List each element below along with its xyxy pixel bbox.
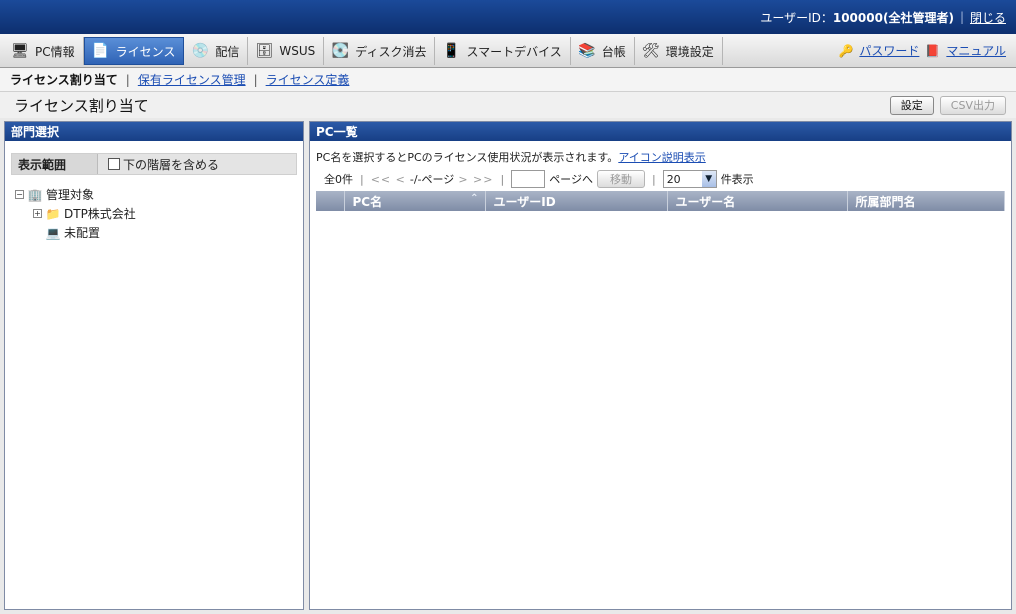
department-tree: − 🏢 管理対象 + 📁 DTP株式会社 💻 未配置 xyxy=(15,185,303,242)
pc-list-description: PC名を選択するとPCのライセンス使用状況が表示されます。アイコン説明表示 xyxy=(316,149,1011,165)
ledger-icon: 📚 xyxy=(578,43,596,59)
subnav-divider: | xyxy=(253,72,258,87)
tab-ledger[interactable]: 📚 台帳 xyxy=(571,37,635,65)
tab-label: 台帳 xyxy=(601,44,626,59)
tab-label: ディスク消去 xyxy=(355,44,427,59)
tab-label: PC情報 xyxy=(35,44,75,59)
pc-icon: 🖥 xyxy=(11,43,29,59)
sub-navigation: ライセンス割り当て | 保有ライセンス管理 | ライセンス定義 xyxy=(0,68,1016,92)
pc-list-panel: PC一覧 PC名を選択するとPCのライセンス使用状況が表示されます。アイコン説明… xyxy=(309,121,1012,610)
main-tab-bar: 🖥 PC情報 📄 ライセンス 💿 配信 🗄 WSUS 💽 ディスク消去 📱 スマ… xyxy=(0,34,1016,68)
tab-label: ライセンス xyxy=(115,44,176,59)
collapse-toggle-icon[interactable]: − xyxy=(15,190,24,199)
top-links: 🔑 パスワード 📕 マニュアル xyxy=(838,34,1016,67)
manual-book-icon: 📕 xyxy=(925,43,941,58)
icon-help-link[interactable]: アイコン説明表示 xyxy=(618,151,705,164)
subnav-license-definition-link[interactable]: ライセンス定義 xyxy=(266,71,350,88)
manual-link[interactable]: マニュアル xyxy=(946,42,1006,59)
goto-label: ページへ xyxy=(549,173,593,186)
description-text: PC名を選択するとPCのライセンス使用状況が表示されます。 xyxy=(316,151,619,164)
column-label: PC名 xyxy=(352,194,383,209)
subnav-owned-license-link[interactable]: 保有ライセンス管理 xyxy=(138,71,246,88)
page-info: -/-ページ xyxy=(409,173,455,186)
include-sub-checkbox[interactable]: 下の階層を含める xyxy=(108,156,219,173)
user-value: 100000(全社管理者) xyxy=(832,10,954,25)
scope-label: 表示範囲 xyxy=(12,154,98,174)
password-link[interactable]: パスワード xyxy=(859,42,919,59)
checkbox-box[interactable] xyxy=(108,158,120,170)
user-info: ユーザーID：100000(全社管理者) xyxy=(760,9,954,26)
tab-wsus[interactable]: 🗄 WSUS xyxy=(248,37,325,65)
subnav-current: ライセンス割り当て xyxy=(10,73,118,87)
tab-label: WSUS xyxy=(279,44,316,58)
folder-icon: 📁 xyxy=(45,206,61,221)
pager-divider: | xyxy=(651,172,656,186)
tab-label: 環境設定 xyxy=(665,44,714,59)
pc-list-table: PC名 ⌃ ユーザーID ユーザー名 所属部門名 xyxy=(316,191,1005,211)
tree-node-label[interactable]: DTP株式会社 xyxy=(64,205,136,222)
table-header-row: PC名 ⌃ ユーザーID ユーザー名 所属部門名 xyxy=(316,191,1005,211)
delivery-icon: 💿 xyxy=(191,43,210,59)
move-button[interactable]: 移動 xyxy=(596,170,645,188)
close-link[interactable]: 閉じる xyxy=(970,9,1006,26)
panel-header: 部門選択 xyxy=(5,122,303,141)
column-header-user-id[interactable]: ユーザーID xyxy=(485,191,668,211)
wsus-server-icon: 🗄 xyxy=(255,43,274,59)
tab-smart-device[interactable]: 📱 スマートデバイス xyxy=(435,37,571,65)
pager-divider: | xyxy=(360,172,364,186)
panel-header: PC一覧 xyxy=(310,122,1011,141)
csv-export-button[interactable]: CSV出力 xyxy=(939,95,1006,115)
tree-node-root[interactable]: − 🏢 管理対象 xyxy=(15,185,303,204)
tab-pc-info[interactable]: 🖥 PC情報 xyxy=(4,37,84,65)
unassigned-pc-icon: 💻 xyxy=(45,225,61,240)
top-header: ユーザーID：100000(全社管理者) | 閉じる xyxy=(0,0,1016,34)
building-icon: 🏢 xyxy=(27,187,43,202)
page-actions: 設定 CSV出力 xyxy=(889,95,1016,115)
per-page-label: 件表示 xyxy=(720,173,754,186)
license-icon: 📄 xyxy=(91,43,110,59)
page-number-input[interactable] xyxy=(511,170,546,188)
page-title: ライセンス割り当て xyxy=(14,96,149,115)
scope-row: 表示範囲 下の階層を含める xyxy=(11,153,297,175)
checkbox-label: 下の階層を含める xyxy=(123,157,220,172)
tree-node-label[interactable]: 未配置 xyxy=(64,224,100,241)
pager-divider: | xyxy=(500,172,505,186)
pager: 全0件 | << < -/-ページ > >> | ページへ 移動 | 20 ▼ … xyxy=(324,169,1011,189)
column-header-user-name[interactable]: ユーザー名 xyxy=(667,191,848,211)
tree-node-label[interactable]: 管理対象 xyxy=(46,186,94,203)
per-page-value: 20 xyxy=(666,172,681,186)
disk-erase-icon: 💽 xyxy=(331,43,350,59)
settings-button[interactable]: 設定 xyxy=(889,95,934,115)
tab-delivery[interactable]: 💿 配信 xyxy=(184,37,249,65)
pager-prev-nav[interactable]: << < xyxy=(371,173,406,186)
tree-node-company[interactable]: + 📁 DTP株式会社 xyxy=(15,204,303,223)
column-header-pc-name[interactable]: PC名 ⌃ xyxy=(344,191,486,211)
tree-node-unassigned[interactable]: 💻 未配置 xyxy=(15,223,303,242)
user-label: ユーザーID： xyxy=(760,10,833,25)
tab-license[interactable]: 📄 ライセンス xyxy=(83,37,185,65)
page-title-row: ライセンス割り当て 設定 CSV出力 xyxy=(0,92,1016,118)
column-header-icon xyxy=(316,191,345,211)
subnav-divider: | xyxy=(125,72,130,87)
header-divider: | xyxy=(959,10,964,24)
total-count: 全0件 xyxy=(324,173,353,186)
chevron-down-icon[interactable]: ▼ xyxy=(701,171,716,187)
per-page-select[interactable]: 20 ▼ xyxy=(662,170,717,188)
department-select-panel: 部門選択 表示範囲 下の階層を含める − 🏢 管理対象 + 📁 DTP株式会社 … xyxy=(4,121,304,610)
smart-device-icon: 📱 xyxy=(442,43,461,59)
key-icon: 🔑 xyxy=(838,43,854,58)
column-header-department[interactable]: 所属部門名 xyxy=(847,191,1005,211)
tab-label: スマートデバイス xyxy=(466,44,562,59)
pager-next-nav[interactable]: > >> xyxy=(458,173,493,186)
tab-settings[interactable]: 🛠 環境設定 xyxy=(635,37,723,65)
tab-disk-erase[interactable]: 💽 ディスク消去 xyxy=(324,37,436,65)
tools-icon: 🛠 xyxy=(641,43,660,59)
tab-label: 配信 xyxy=(215,44,240,59)
expand-toggle-icon[interactable]: + xyxy=(33,209,42,218)
sort-up-icon[interactable]: ⌃ xyxy=(470,193,478,204)
